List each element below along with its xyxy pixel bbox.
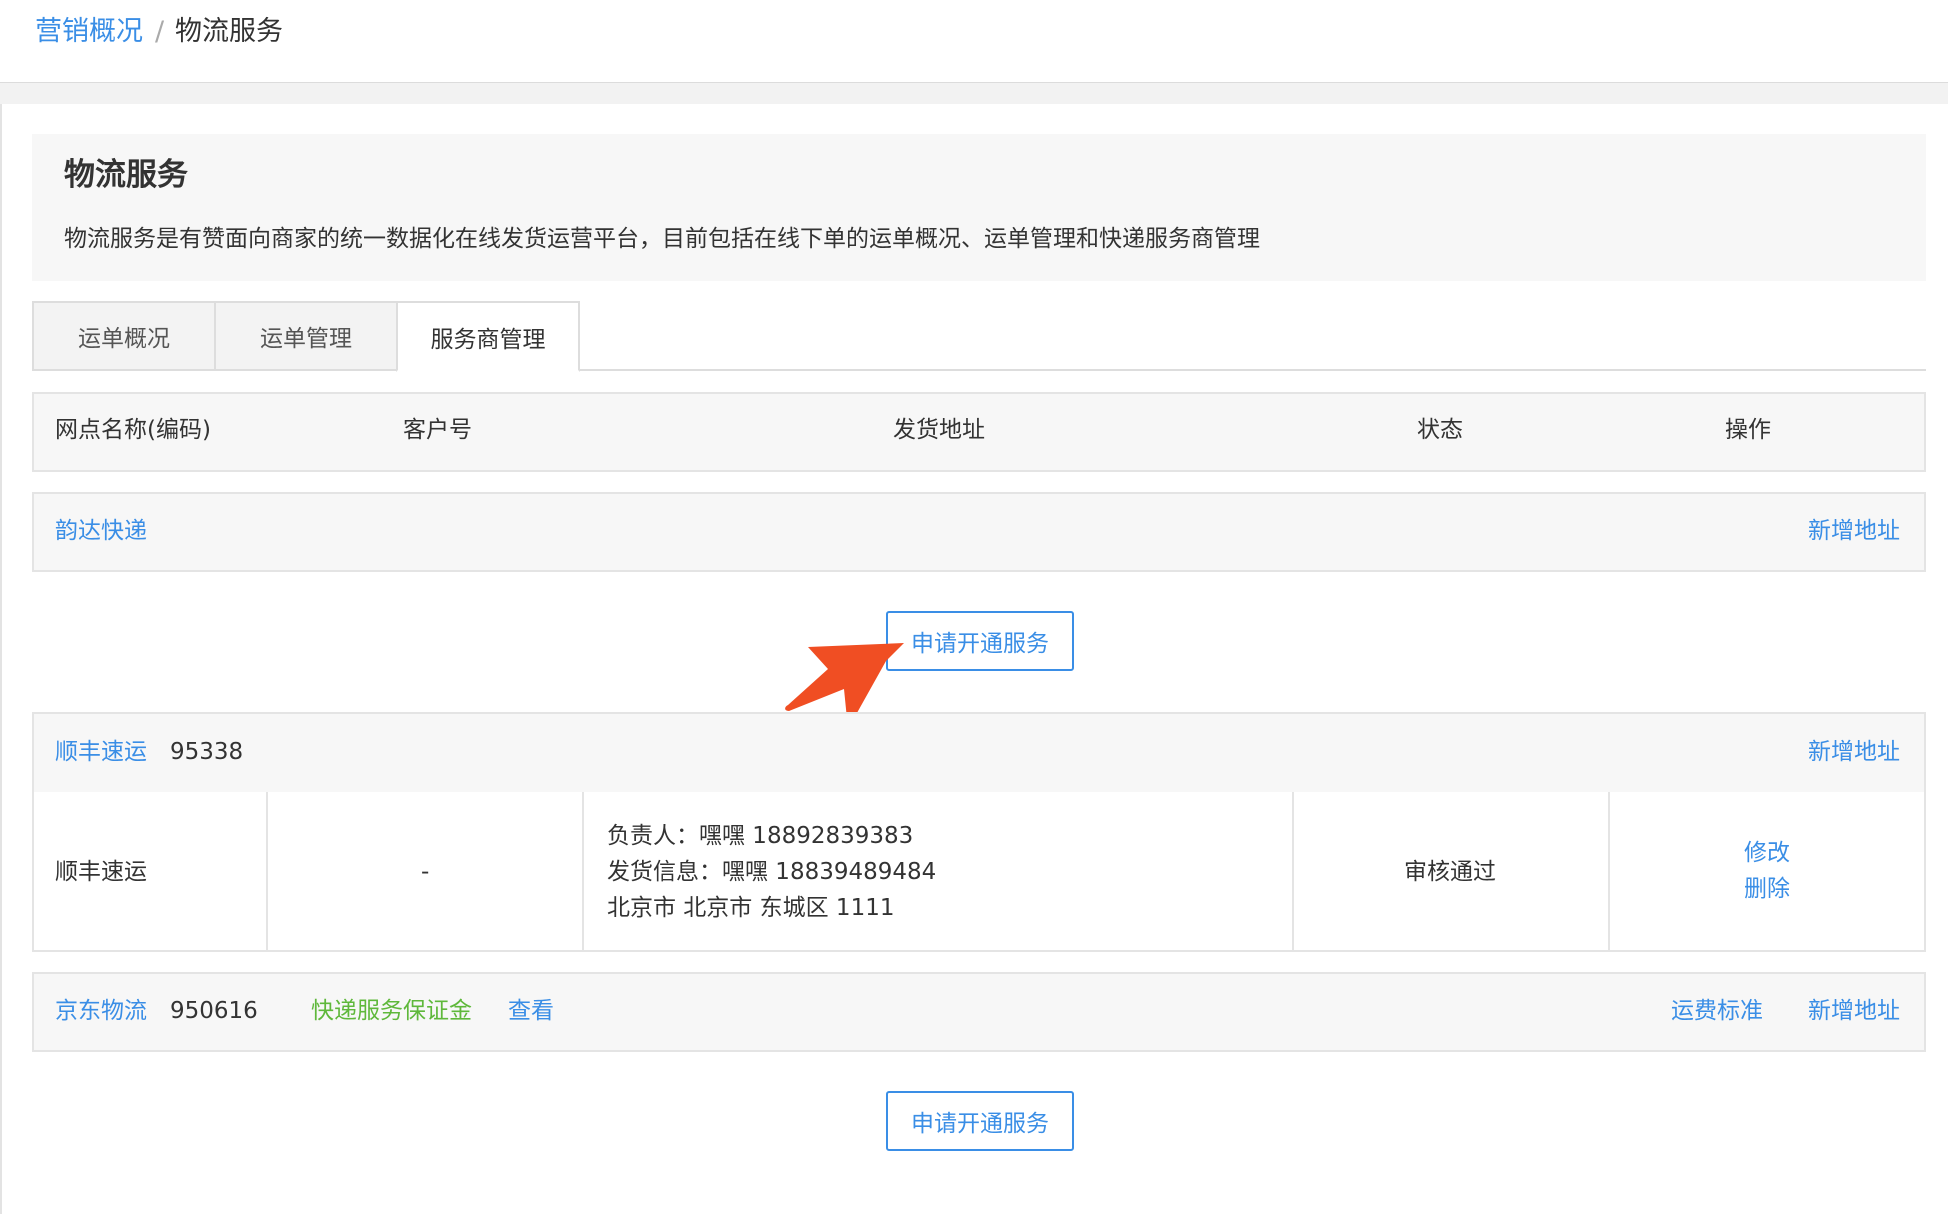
apply-service-button[interactable]: 申请开通服务 bbox=[886, 1091, 1074, 1151]
apply-service-button[interactable]: 申请开通服务 bbox=[886, 611, 1074, 671]
column-header-actions: 操作 bbox=[1725, 417, 1771, 443]
breadcrumb-bar bbox=[0, 0, 1948, 83]
freight-standard-link[interactable]: 运费标准 bbox=[1671, 994, 1763, 1028]
breadcrumb-parent-link[interactable]: 营销概况 bbox=[35, 14, 143, 50]
breadcrumb-divider bbox=[0, 83, 1948, 105]
carrier-group-header bbox=[32, 712, 1926, 794]
intro-box bbox=[32, 134, 1926, 281]
add-address-link[interactable]: 新增地址 bbox=[1808, 735, 1900, 769]
page-description: 物流服务是有赞面向商家的统一数据化在线发货运营平台，目前包括在线下单的运单概况、… bbox=[64, 226, 1260, 252]
view-deposit-link[interactable]: 查看 bbox=[508, 994, 554, 1028]
tab-carrier-management[interactable]: 服务商管理 bbox=[396, 301, 580, 372]
tab-waybill-management[interactable]: 运单管理 bbox=[214, 301, 398, 371]
carrier-name-link[interactable]: 顺丰速运 bbox=[55, 735, 147, 769]
edit-link[interactable]: 修改 bbox=[1744, 836, 1790, 870]
column-header-status: 状态 bbox=[1417, 417, 1463, 443]
address-contact-line: 负责人：嘿嘿 18892839383 bbox=[607, 823, 914, 849]
column-header-customer-no: 客户号 bbox=[403, 417, 472, 443]
carrier-code: 950616 bbox=[170, 998, 258, 1024]
column-header-address: 发货地址 bbox=[893, 417, 985, 443]
carrier-name-link[interactable]: 韵达快递 bbox=[55, 514, 147, 548]
address-shipping-line: 发货信息：嘿嘿 18839489484 bbox=[607, 859, 937, 885]
customer-no: - bbox=[421, 859, 430, 885]
column-header-outlet: 网点名称(编码) bbox=[55, 417, 211, 443]
add-address-link[interactable]: 新增地址 bbox=[1808, 514, 1900, 548]
outlet-name: 顺丰速运 bbox=[55, 859, 147, 885]
breadcrumb-current: 物流服务 bbox=[175, 16, 283, 47]
page-title: 物流服务 bbox=[64, 157, 188, 193]
delete-link[interactable]: 删除 bbox=[1744, 872, 1790, 906]
deposit-label: 快递服务保证金 bbox=[311, 998, 472, 1024]
carrier-group-header bbox=[32, 492, 1926, 572]
carrier-code: 95338 bbox=[170, 739, 244, 765]
tab-waybill-overview[interactable]: 运单概况 bbox=[32, 301, 216, 371]
add-address-link[interactable]: 新增地址 bbox=[1808, 994, 1900, 1028]
address-location-line: 北京市 北京市 东城区 1111 bbox=[607, 895, 895, 921]
breadcrumb-separator: / bbox=[155, 16, 165, 47]
status-text: 审核通过 bbox=[1404, 859, 1496, 885]
carrier-name-link[interactable]: 京东物流 bbox=[55, 994, 147, 1028]
